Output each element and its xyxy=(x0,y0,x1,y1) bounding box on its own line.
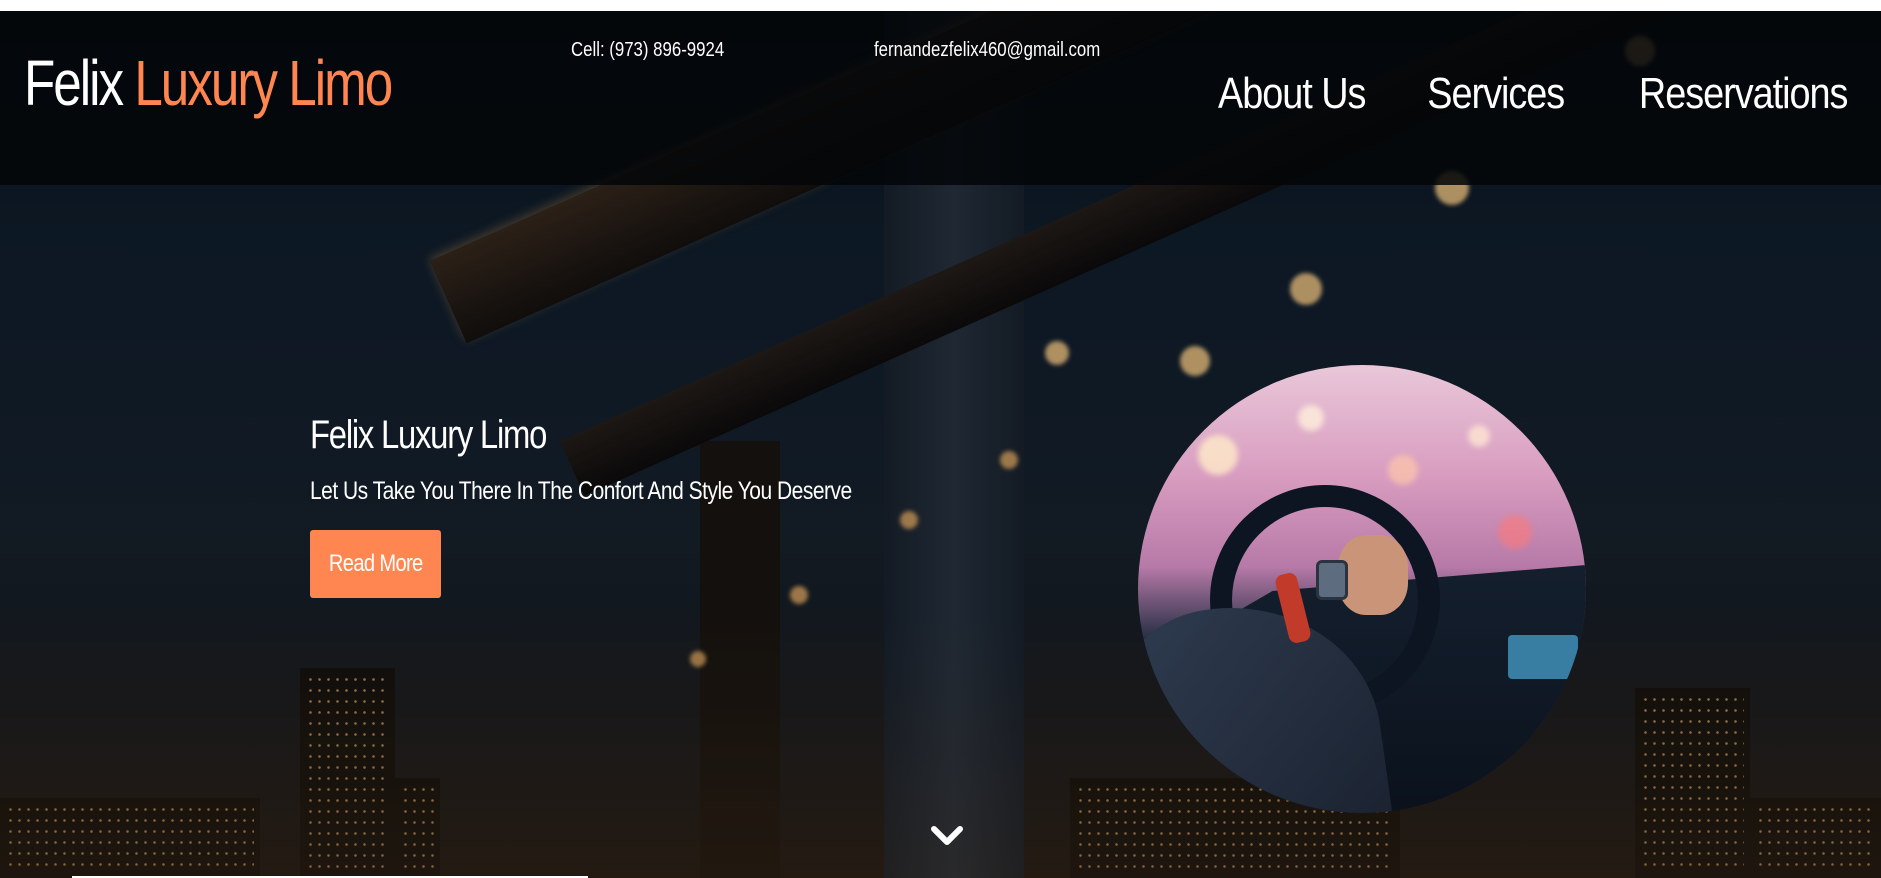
site-header: Felix Luxury Limo Cell: (973) 896-9924 f… xyxy=(0,11,1881,185)
email-address[interactable]: fernandezfelix460@gmail.com xyxy=(874,39,1100,62)
chevron-down-icon[interactable] xyxy=(930,821,964,851)
read-more-button[interactable]: Read More xyxy=(310,530,441,598)
nav-about-us[interactable]: About Us xyxy=(1218,69,1366,119)
hero-subtitle: Let Us Take You There In The Confort And… xyxy=(310,477,852,505)
brand-name-first: Felix xyxy=(24,47,124,119)
read-more-label: Read More xyxy=(328,550,423,577)
brand-name-second: Luxury Limo xyxy=(134,47,393,119)
hero-title: Felix Luxury Limo xyxy=(310,413,547,457)
brand-logo[interactable]: Felix Luxury Limo xyxy=(24,51,393,115)
page: Felix Luxury Limo Cell: (973) 896-9924 f… xyxy=(0,11,1881,878)
nav-reservations[interactable]: Reservations xyxy=(1639,69,1848,119)
main-nav: About Us Services Reservations xyxy=(1194,69,1848,119)
driver-steering-wheel-photo xyxy=(1138,365,1586,813)
nav-services[interactable]: Services xyxy=(1428,69,1566,119)
phone-number[interactable]: Cell: (973) 896-9924 xyxy=(571,39,724,62)
